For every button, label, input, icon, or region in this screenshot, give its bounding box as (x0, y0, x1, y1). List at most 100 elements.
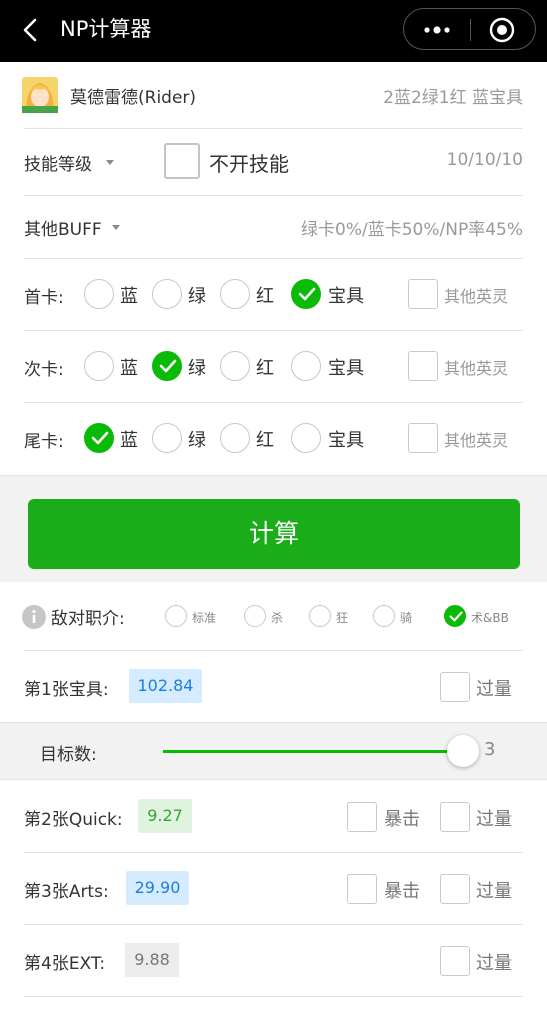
skill-row: 技能等级 不开技能 10/10/10 (0, 129, 547, 195)
card-option-radio[interactable] (84, 279, 114, 309)
target-count-label: 目标数: (40, 745, 97, 765)
result-label: 第4张EXT: (24, 954, 106, 974)
other-servant-label: 其他英灵 (444, 359, 509, 378)
enemy-class-radio[interactable] (165, 605, 187, 627)
card-option-radio[interactable] (152, 279, 182, 309)
result-row: 第3张Arts: 29.90 暴击 过量 (0, 853, 547, 924)
other-buff-label[interactable]: 其他BUFF (24, 215, 102, 240)
card-slot-label: 尾卡: (24, 432, 64, 452)
crit-label: 暴击 (384, 881, 420, 902)
enemy-class-option: 狂 (336, 611, 349, 625)
servant-name: 莫德雷德(Rider) (70, 88, 197, 108)
servant-avatar (22, 77, 58, 113)
card-option-radio[interactable] (220, 423, 250, 453)
card-row: 首卡: 蓝 绿 红 宝具 其他英灵 (0, 259, 547, 331)
other-servant-checkbox[interactable] (408, 351, 438, 381)
servant-deck: 2蓝2绿1红 蓝宝具 (383, 88, 523, 108)
card-option-radio[interactable] (84, 423, 114, 453)
card-option-label: 蓝 (120, 358, 138, 379)
check-icon (449, 611, 463, 622)
info-icon[interactable] (22, 605, 46, 629)
check-icon (298, 287, 316, 301)
skill-level-label[interactable]: 技能等级 (24, 150, 92, 175)
crit-checkbox[interactable] (347, 874, 377, 904)
card-option-label: 红 (256, 358, 274, 379)
chevron-down-icon[interactable] (106, 160, 114, 165)
result-value: 9.88 (125, 943, 179, 977)
calculate-button[interactable]: 计算 (28, 499, 520, 569)
skill-levels: 10/10/10 (446, 150, 523, 170)
result-value: 9.27 (138, 799, 192, 833)
crit-label: 暴击 (384, 809, 420, 830)
capsule-divider (470, 19, 471, 41)
divider (24, 996, 523, 997)
check-icon (159, 359, 177, 373)
enemy-class-option: 骑 (400, 611, 413, 625)
enemy-class-radio[interactable] (444, 605, 466, 627)
card-option-radio[interactable] (84, 351, 114, 381)
enemy-class-option: 术&BB (471, 611, 509, 625)
crit-checkbox[interactable] (347, 802, 377, 832)
card-option-radio[interactable] (220, 351, 250, 381)
enemy-class-row: 敌对职介: 标准 杀 狂 骑 术&BB (0, 582, 547, 650)
slider-track[interactable] (163, 750, 463, 753)
card-option-label: 宝具 (328, 430, 364, 451)
check-icon (91, 431, 109, 445)
card-option-label: 绿 (188, 286, 206, 307)
card-option-label: 红 (256, 286, 274, 307)
other-servant-label: 其他英灵 (444, 287, 509, 306)
enemy-class-radio[interactable] (373, 605, 395, 627)
result-row: 第4张EXT: 9.88 过量 (0, 925, 547, 996)
card-option-radio[interactable] (291, 423, 321, 453)
mini-program-capsule (403, 8, 536, 50)
card-option-radio[interactable] (291, 279, 321, 309)
no-skill-label: 不开技能 (209, 152, 289, 176)
overkill-label: 过量 (476, 881, 512, 902)
overkill-checkbox[interactable] (440, 802, 470, 832)
card-option-radio[interactable] (152, 423, 182, 453)
card-option-radio[interactable] (152, 351, 182, 381)
card-slot-label: 次卡: (24, 360, 64, 380)
result-label: 第1张宝具: (24, 680, 109, 700)
card-option-label: 宝具 (328, 358, 364, 379)
card-option-radio[interactable] (220, 279, 250, 309)
no-skill-checkbox[interactable] (164, 143, 200, 179)
enemy-class-option: 杀 (271, 611, 284, 625)
card-row: 尾卡: 蓝 绿 红 宝具 其他英灵 (0, 403, 547, 475)
enemy-class-radio[interactable] (309, 605, 331, 627)
card-option-label: 绿 (188, 358, 206, 379)
back-arrow-icon[interactable] (16, 15, 46, 45)
servant-row[interactable]: 莫德雷德(Rider) 2蓝2绿1红 蓝宝具 (0, 62, 547, 128)
result-label: 第3张Arts: (24, 882, 109, 902)
card-slot-label: 首卡: (24, 288, 64, 308)
card-option-label: 红 (256, 430, 274, 451)
enemy-class-radio[interactable] (244, 605, 266, 627)
nav-bar: NP计算器 (0, 0, 547, 62)
result-row: 第2张Quick: 9.27 暴击 过量 (0, 781, 547, 852)
enemy-class-label: 敌对职介: (51, 609, 125, 629)
result-row: 第1张宝具: 102.84 过量 (0, 651, 547, 722)
card-option-label: 宝具 (328, 286, 364, 307)
chevron-down-icon[interactable] (112, 225, 120, 230)
card-row: 次卡: 蓝 绿 红 宝具 其他英灵 (0, 331, 547, 403)
overkill-label: 过量 (476, 809, 512, 830)
page-title: NP计算器 (60, 17, 152, 41)
overkill-label: 过量 (476, 953, 512, 974)
buff-summary: 绿卡0%/蓝卡50%/NP率45% (301, 220, 523, 240)
slider-handle[interactable] (447, 735, 479, 767)
overkill-checkbox[interactable] (440, 946, 470, 976)
card-option-label: 绿 (188, 430, 206, 451)
other-servant-checkbox[interactable] (408, 423, 438, 453)
overkill-checkbox[interactable] (440, 672, 470, 702)
close-target-icon[interactable] (489, 17, 515, 43)
more-icon[interactable] (420, 18, 454, 42)
card-option-label: 蓝 (120, 430, 138, 451)
target-count-value: 3 (484, 739, 496, 760)
overkill-label: 过量 (476, 679, 512, 700)
slider-fill (163, 750, 463, 753)
card-option-radio[interactable] (291, 351, 321, 381)
other-servant-label: 其他英灵 (444, 431, 509, 450)
overkill-checkbox[interactable] (440, 874, 470, 904)
buff-row: 其他BUFF 绿卡0%/蓝卡50%/NP率45% (0, 196, 547, 258)
other-servant-checkbox[interactable] (408, 279, 438, 309)
